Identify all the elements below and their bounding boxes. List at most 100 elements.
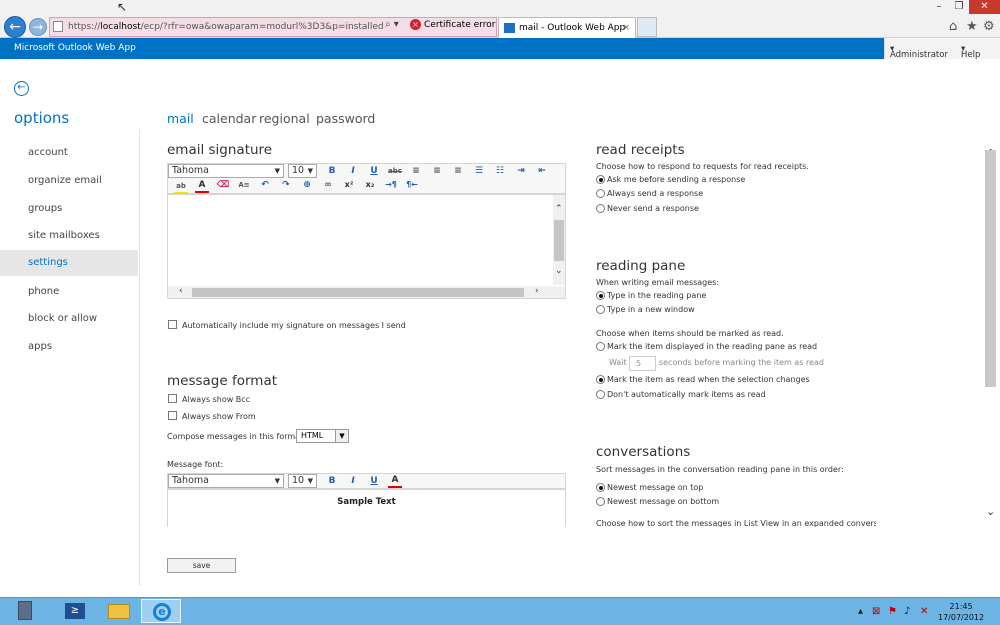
message-size-select[interactable]: 10 ▼ <box>288 474 317 488</box>
chevron-up-icon[interactable]: ▴ <box>858 606 863 617</box>
network-error-icon[interactable]: ⊠ <box>872 606 880 617</box>
sidebar-item-groups[interactable]: groups <box>0 196 138 222</box>
new-tab-button[interactable] <box>637 17 657 37</box>
font-color-icon[interactable]: A <box>195 179 209 193</box>
sidebar-item-phone[interactable]: phone <box>0 279 138 305</box>
font-color-icon[interactable]: A <box>388 474 402 488</box>
chevron-down-icon[interactable]: ⌄ <box>986 505 995 518</box>
italic-icon[interactable]: I <box>346 475 360 487</box>
numbering-icon[interactable]: ☷ <box>493 165 507 177</box>
bullets-icon[interactable]: ☰ <box>472 165 486 177</box>
type-new-window-radio[interactable] <box>596 305 605 314</box>
signature-heading: email signature <box>167 142 273 158</box>
indent-increase-icon[interactable]: ⇥ <box>514 165 528 177</box>
styles-icon[interactable]: A≡ <box>237 179 251 191</box>
signature-size-select[interactable]: 10 ▼ <box>288 164 317 178</box>
message-font-select[interactable]: Tahoma ▼ <box>168 474 284 488</box>
system-clock[interactable]: 21:45 17/07/2012 <box>938 601 984 623</box>
clear-formatting-icon[interactable]: ⌫ <box>216 179 230 191</box>
tab-calendar[interactable]: calendar <box>202 111 256 126</box>
certificate-error-button[interactable]: ×Certificate error ↻ <box>410 19 506 30</box>
restore-icon[interactable]: ❐ <box>949 0 969 14</box>
indent-decrease-icon[interactable]: ⇤ <box>535 165 549 177</box>
bold-icon[interactable]: B <box>325 475 339 487</box>
sidebar-item-organize-email[interactable]: organize email <box>0 168 138 194</box>
align-center-icon[interactable]: ≡ <box>430 165 444 177</box>
close-tab-icon[interactable]: × <box>622 18 630 38</box>
browser-tab[interactable]: mail - Outlook Web App × <box>498 17 636 38</box>
sidebar-item-settings[interactable]: settings <box>0 250 138 276</box>
gear-icon[interactable]: ⚙ <box>983 19 995 34</box>
tab-mail[interactable]: mail <box>167 111 194 126</box>
server-manager-icon[interactable] <box>4 599 44 623</box>
favorites-star-icon[interactable]: ★ <box>966 19 978 34</box>
compose-format-select[interactable]: HTML ▼ <box>296 429 349 443</box>
action-center-icon[interactable]: ⚑ <box>888 606 897 617</box>
sample-text: Sample Text <box>337 497 396 507</box>
underline-icon[interactable]: U <box>367 475 381 487</box>
back-circle-icon[interactable]: ← <box>14 81 29 96</box>
signature-hscroll-thumb[interactable] <box>192 288 524 297</box>
chevron-left-icon[interactable]: ‹ <box>179 286 183 296</box>
insert-link-icon[interactable]: ⊕ <box>300 179 314 191</box>
align-right-icon[interactable]: ≡ <box>451 165 465 177</box>
sidebar-item-account[interactable]: account <box>0 140 138 166</box>
signature-font-select[interactable]: Tahoma ▼ <box>168 164 284 178</box>
mark-displayed-radio[interactable] <box>596 342 605 351</box>
signature-scroll-thumb[interactable] <box>554 220 564 261</box>
auto-include-checkbox[interactable] <box>168 320 177 329</box>
always-send-radio[interactable] <box>596 189 605 198</box>
left-to-right-icon[interactable]: →¶ <box>384 179 398 191</box>
remove-link-icon[interactable]: ∞ <box>321 179 335 191</box>
wait-seconds-input[interactable]: 5 <box>629 356 656 371</box>
newest-top-radio[interactable] <box>596 483 605 492</box>
right-to-left-icon[interactable]: ¶← <box>405 179 419 191</box>
mark-selection-radio[interactable] <box>596 375 605 384</box>
back-arrow-icon[interactable]: ← <box>4 16 26 38</box>
newest-bottom-radio[interactable] <box>596 497 605 506</box>
sidebar-item-site-mailboxes[interactable]: site mailboxes <box>0 223 138 249</box>
speaker-muted-icon[interactable]: ✕ <box>920 606 928 617</box>
underline-icon[interactable]: U <box>367 165 381 177</box>
writing-label: When writing email messages: <box>596 278 720 287</box>
sidebar-item-apps[interactable]: apps <box>0 334 138 360</box>
subscript-icon[interactable]: x₂ <box>363 179 377 191</box>
highlight-icon[interactable]: ab <box>174 180 188 194</box>
never-send-radio[interactable] <box>596 204 605 213</box>
chevron-right-icon[interactable]: › <box>535 286 539 296</box>
type-in-pane-radio[interactable] <box>596 291 605 300</box>
superscript-icon[interactable]: x² <box>342 179 356 191</box>
undo-icon[interactable]: ↶ <box>258 179 272 191</box>
page-scroll-thumb[interactable] <box>985 150 996 387</box>
help-menu[interactable]: Help ▾ <box>961 44 980 60</box>
dont-mark-radio[interactable] <box>596 390 605 399</box>
chevron-down-icon[interactable]: ⌄ <box>555 266 563 276</box>
tab-regional[interactable]: regional <box>259 111 310 126</box>
powershell-icon[interactable]: ≥ <box>55 599 95 623</box>
align-left-icon[interactable]: ≡ <box>409 165 423 177</box>
italic-icon[interactable]: I <box>346 165 360 177</box>
administrator-menu[interactable]: Administrator ▾ <box>890 44 948 60</box>
file-explorer-icon[interactable] <box>98 599 138 623</box>
home-icon[interactable]: ⌂ <box>949 19 957 34</box>
search-icon[interactable]: ⌕ ▾ <box>385 19 399 30</box>
forward-arrow-icon[interactable]: → <box>29 18 47 36</box>
redo-icon[interactable]: ↷ <box>279 179 293 191</box>
save-button[interactable]: save <box>167 558 236 573</box>
app-header <box>0 38 1000 59</box>
ask-before-radio[interactable] <box>596 175 605 184</box>
page-title: options <box>14 109 70 127</box>
always-bcc-checkbox[interactable] <box>168 394 177 403</box>
strikethrough-icon[interactable]: abc <box>388 165 402 177</box>
signature-editor[interactable] <box>167 194 566 299</box>
bold-icon[interactable]: B <box>325 165 339 177</box>
sidebar-item-block-or-allow[interactable]: block or allow <box>0 306 138 332</box>
close-window-icon[interactable]: ✕ <box>969 0 1000 14</box>
always-from-checkbox[interactable] <box>168 411 177 420</box>
tab-password[interactable]: password <box>316 111 375 126</box>
chevron-up-icon[interactable]: ⌃ <box>555 204 563 214</box>
internet-explorer-icon[interactable]: e <box>141 599 181 623</box>
volume-icon[interactable]: ♪ <box>904 606 910 617</box>
tab-title: mail - Outlook Web App <box>519 23 626 33</box>
minimize-icon[interactable]: – <box>929 0 949 14</box>
